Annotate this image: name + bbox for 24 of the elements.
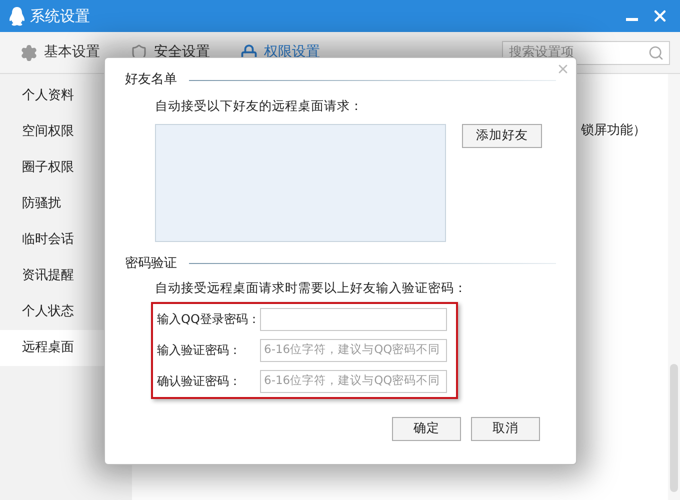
minimize-icon [626,18,638,20]
field-label: 输入验证密码： [157,342,242,359]
gear-icon [20,44,38,62]
add-friend-button[interactable]: 添加好友 [462,124,542,148]
dialog-button[interactable]: 取消 [471,416,540,440]
field-label: 确认验证密码： [157,373,242,390]
window-title: 系统设置 [30,6,91,27]
field-label: 输入QQ登录密码： [157,311,260,328]
section-title: 密码验证 [125,255,177,273]
section-title: 好友名单 [125,71,177,90]
password-field[interactable]: 6-16位字符，建议与QQ密码不同 [260,338,447,362]
description-text: 自动接受以下好友的远程桌面请求： [155,97,364,115]
close-button[interactable] [556,62,570,76]
password-field[interactable]: 6-16位字符，建议与QQ密码不同 [260,370,447,392]
dialog-button[interactable]: 确定 [392,416,461,440]
friend-list-box[interactable] [155,124,446,242]
scrollbar-thumb[interactable] [670,364,678,492]
penguin-logo-icon [8,6,26,26]
content-text: 锁屏功能） [581,123,646,138]
password-field[interactable] [260,308,447,330]
description-text: 自动接受远程桌面请求时需要以上好友输入验证密码： [155,278,468,297]
close-icon [556,62,570,76]
search-icon [648,44,664,60]
settings-tab[interactable]: 基本设置 [20,42,100,63]
